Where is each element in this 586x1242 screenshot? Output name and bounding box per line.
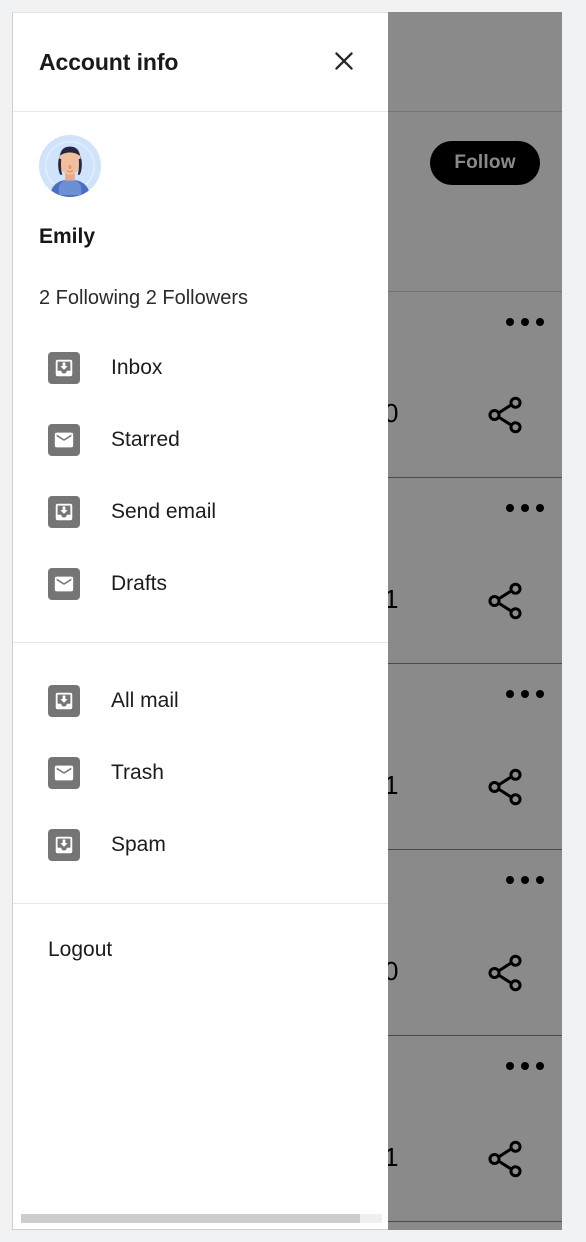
- move-to-inbox-icon: [48, 352, 80, 384]
- page-title: Account info: [39, 48, 179, 75]
- more-horizontal-icon[interactable]: [506, 876, 544, 884]
- sidebar-item-spam[interactable]: Spam: [13, 809, 388, 881]
- avatar[interactable]: [39, 135, 101, 197]
- close-button[interactable]: [324, 42, 364, 82]
- envelope-icon: [48, 757, 80, 789]
- sidebar-item-label: Drafts: [111, 572, 168, 595]
- share-icon[interactable]: [484, 580, 526, 622]
- scrollbar-thumb[interactable]: [21, 1214, 361, 1223]
- share-icon[interactable]: [484, 394, 526, 436]
- more-horizontal-icon[interactable]: [506, 1062, 544, 1070]
- profile-name: Emily: [39, 225, 96, 248]
- user-avatar-illustration-icon: [39, 135, 101, 197]
- sidebar-item-label: Send email: [111, 500, 217, 523]
- sidebar-item-drafts[interactable]: Drafts: [13, 548, 388, 620]
- sidebar-item-all-mail[interactable]: All mail: [13, 665, 388, 737]
- sidebar-item-label: Spam: [111, 833, 166, 856]
- sidebar-item-label: All mail: [111, 689, 179, 712]
- sidebar-item-send-email[interactable]: Send email: [13, 476, 388, 548]
- move-to-inbox-icon: [48, 829, 80, 861]
- mail-nav-group-primary: Inbox Starred Send email Drafts: [13, 310, 388, 642]
- horizontal-scrollbar[interactable]: [13, 1213, 388, 1229]
- mail-nav-group-secondary: All mail Trash Spam: [13, 642, 388, 903]
- more-horizontal-icon[interactable]: [506, 318, 544, 326]
- account-info-drawer: Account info Emily 2 Following 2 Followe…: [12, 12, 388, 1230]
- sidebar-item-label: Trash: [111, 761, 164, 784]
- sidebar-item-trash[interactable]: Trash: [13, 737, 388, 809]
- sidebar-item-starred[interactable]: Starred: [13, 404, 388, 476]
- sidebar-item-label: Starred: [111, 428, 180, 451]
- profile-stats: 2 Following 2 Followers: [39, 287, 248, 309]
- logout-section: Logout: [13, 903, 388, 970]
- drawer-header: Account info: [13, 13, 388, 112]
- drawer-spacer: [13, 970, 388, 1213]
- sidebar-item-inbox[interactable]: Inbox: [13, 332, 388, 404]
- move-to-inbox-icon: [48, 496, 80, 528]
- envelope-icon: [48, 568, 80, 600]
- sidebar-item-label: Inbox: [111, 356, 163, 379]
- envelope-icon: [48, 424, 80, 456]
- share-icon[interactable]: [484, 766, 526, 808]
- share-icon[interactable]: [484, 952, 526, 994]
- more-horizontal-icon[interactable]: [506, 504, 544, 512]
- profile-block: Emily 2 Following 2 Followers: [13, 112, 388, 310]
- move-to-inbox-icon: [48, 685, 80, 717]
- scrollbar-track[interactable]: [21, 1214, 382, 1223]
- follow-button[interactable]: Follow: [430, 141, 540, 185]
- more-horizontal-icon[interactable]: [506, 690, 544, 698]
- logout-button[interactable]: Logout: [13, 930, 388, 970]
- share-icon[interactable]: [484, 1138, 526, 1180]
- close-icon: [331, 48, 357, 77]
